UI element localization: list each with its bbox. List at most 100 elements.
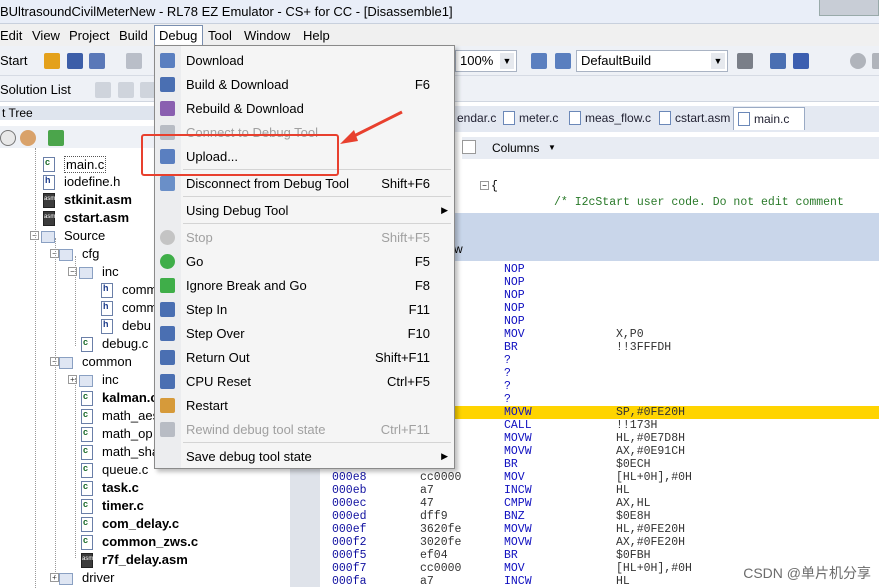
- zoom-combobox[interactable]: 100% ▼: [455, 50, 517, 72]
- disassembly-operands: AX,#0FE20H: [616, 536, 686, 549]
- save-all-icon[interactable]: [89, 53, 105, 69]
- tree-item[interactable]: timer.c: [102, 498, 144, 513]
- tree-item[interactable]: inc: [102, 264, 119, 279]
- open-folder-icon[interactable]: [44, 53, 60, 69]
- save-icon[interactable]: [67, 53, 83, 69]
- menu-item-shortcut: Ctrl+F5: [387, 374, 430, 389]
- disassembly-row[interactable]: 000f5 ef04 BR $0FBH: [290, 549, 879, 562]
- folder-icon: [41, 231, 55, 243]
- tree-item[interactable]: comm: [122, 282, 157, 297]
- tree-item[interactable]: debu: [122, 318, 151, 333]
- disassembly-mnemonic: MOV: [504, 562, 525, 575]
- hammer-icon[interactable]: [737, 53, 753, 69]
- stop-icon[interactable]: [850, 53, 866, 69]
- solution-list-label[interactable]: Solution List: [0, 82, 71, 97]
- window-icon[interactable]: [95, 82, 111, 98]
- title-bar: BUltrasoundCivilMeterNew - RL78 EZ Emula…: [0, 0, 879, 24]
- tree-item[interactable]: stkinit.asm: [64, 192, 132, 207]
- clock-icon[interactable]: [0, 130, 16, 146]
- tab-meas-flow-c[interactable]: meas_flow.c: [569, 111, 651, 125]
- c-file-icon: [81, 445, 93, 460]
- tree-item[interactable]: common: [82, 354, 132, 369]
- debug-menu-item[interactable]: Download: [155, 49, 454, 71]
- tree-item[interactable]: inc: [102, 372, 119, 387]
- tree-item[interactable]: math_sha: [102, 444, 159, 459]
- disassembly-mnemonic: CMPW: [504, 497, 532, 510]
- tree-item[interactable]: comm: [122, 300, 157, 315]
- disassembly-mnemonic: INCW: [504, 575, 532, 588]
- tree-item[interactable]: driver: [82, 570, 115, 585]
- overflow-icon[interactable]: [872, 53, 879, 69]
- disassembly-row[interactable]: 000ef 3620fe MOVW HL,#0FE20H: [290, 523, 879, 536]
- tree-item[interactable]: debug.c: [102, 336, 148, 351]
- menu-build[interactable]: Build: [119, 28, 148, 43]
- tree-item[interactable]: queue.c: [102, 462, 148, 477]
- chevron-down-icon[interactable]: ▼: [711, 53, 725, 69]
- debug-menu-item[interactable]: Step Over F10: [155, 322, 454, 344]
- tab-endar-c[interactable]: endar.c: [457, 111, 496, 125]
- build-config-icon[interactable]: [555, 53, 571, 69]
- disassembly-row[interactable]: 000ed dff9 BNZ $0E8H: [290, 510, 879, 523]
- cut-icon[interactable]: [126, 53, 142, 69]
- tree-item[interactable]: main.c: [64, 156, 107, 173]
- menu-view[interactable]: View: [32, 28, 60, 43]
- debug-menu-item[interactable]: Build & Download F6: [155, 73, 454, 95]
- tree-item[interactable]: r7f_delay.asm: [102, 552, 188, 567]
- user-icon[interactable]: [20, 130, 36, 146]
- tree-item[interactable]: cfg: [82, 246, 99, 261]
- tree-item[interactable]: math_op: [102, 426, 153, 441]
- debug-menu-item[interactable]: Rebuild & Download: [155, 97, 454, 119]
- build-config-combobox[interactable]: DefaultBuild ▼: [576, 50, 728, 72]
- disassembly-row[interactable]: 000ec 47 CMPW AX,HL: [290, 497, 879, 510]
- menu-window[interactable]: Window: [244, 28, 290, 43]
- menu-help[interactable]: Help: [303, 28, 330, 43]
- asm-file-icon: [43, 211, 55, 226]
- disassembly-row[interactable]: 000eb a7 INCW HL: [290, 484, 879, 497]
- refresh-icon[interactable]: [48, 130, 64, 146]
- debug-menu-item[interactable]: Ignore Break and Go F8: [155, 274, 454, 296]
- window-controls[interactable]: [819, 0, 879, 16]
- debug-menu-item[interactable]: Step In F11: [155, 298, 454, 320]
- menu-tool[interactable]: Tool: [208, 28, 232, 43]
- menu-edit[interactable]: Edit: [0, 28, 22, 43]
- tree-item[interactable]: iodefine.h: [64, 174, 120, 189]
- rebuild-download-icon: [160, 101, 175, 116]
- tree-item[interactable]: cstart.asm: [64, 210, 129, 225]
- debug-menu-item[interactable]: Return Out Shift+F11: [155, 346, 454, 368]
- tree-item[interactable]: math_aes: [102, 408, 159, 423]
- disassembly-row[interactable]: 000e8 cc0000 MOV [HL+0H],#0H: [290, 471, 879, 484]
- disassembly-operands: SP,#0FE20H: [616, 406, 686, 419]
- tree-guide-line: [75, 378, 76, 558]
- disassembly-operands: HL: [616, 575, 630, 588]
- build-icon[interactable]: [531, 53, 547, 69]
- tree-item[interactable]: com_delay.c: [102, 516, 179, 531]
- disassembly-row[interactable]: 000f2 3020fe MOVW AX,#0FE20H: [290, 536, 879, 549]
- menu-bar: Edit View Project Build Debug Tool Windo…: [0, 24, 879, 46]
- menu-debug[interactable]: Debug: [159, 28, 197, 43]
- tab-meter-c[interactable]: meter.c: [503, 111, 558, 125]
- start-button[interactable]: Start: [0, 53, 27, 68]
- tree-item[interactable]: Source: [64, 228, 105, 243]
- chevron-down-icon[interactable]: ▼: [500, 53, 514, 69]
- debug-menu-item[interactable]: Save debug tool state ▶: [155, 445, 454, 467]
- tab-cstart-asm[interactable]: cstart.asm: [659, 111, 730, 125]
- columns-button[interactable]: Columns: [492, 141, 539, 155]
- comment-icon[interactable]: [118, 82, 134, 98]
- hand-icon[interactable]: [462, 140, 476, 154]
- tab-main-c[interactable]: main.c: [733, 107, 805, 130]
- disconnect-icon: [160, 176, 175, 191]
- debug-menu-item[interactable]: Go F5: [155, 250, 454, 272]
- tree-item[interactable]: kalman.c: [102, 390, 158, 405]
- menu-project[interactable]: Project: [69, 28, 109, 43]
- chevron-down-icon[interactable]: ▼: [548, 143, 556, 152]
- debug-menu-item[interactable]: CPU Reset Ctrl+F5: [155, 370, 454, 392]
- debug-menu-item[interactable]: Using Debug Tool ▶: [155, 199, 454, 221]
- build-download-icon[interactable]: [770, 53, 786, 69]
- undo-icon[interactable]: [793, 53, 809, 69]
- tree-item[interactable]: task.c: [102, 480, 139, 495]
- annotation-arrow: [340, 110, 403, 144]
- collapse-icon[interactable]: −: [480, 181, 489, 190]
- debug-menu-item[interactable]: Restart: [155, 394, 454, 416]
- c-file-icon: [81, 409, 93, 424]
- tree-item[interactable]: common_zws.c: [102, 534, 198, 549]
